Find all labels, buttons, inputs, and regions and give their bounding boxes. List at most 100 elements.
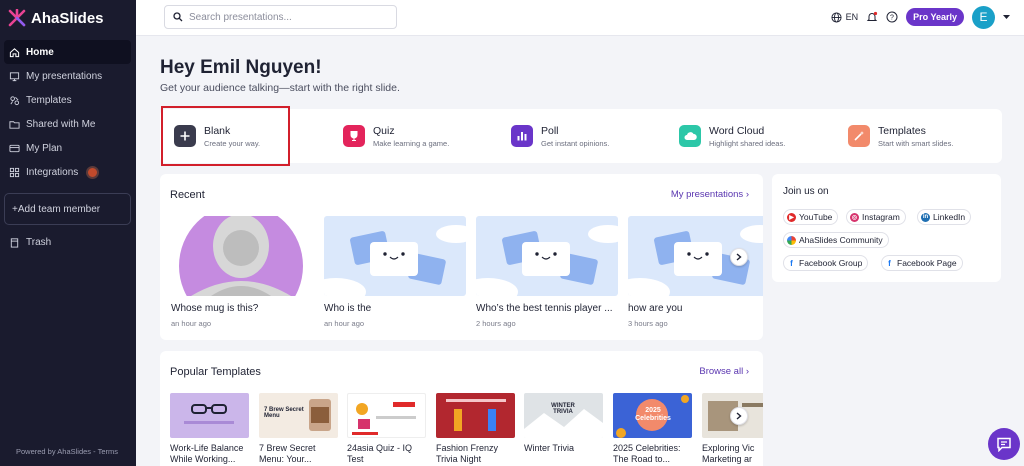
language-selector[interactable]: EN: [831, 11, 858, 23]
linkedin-link[interactable]: in LinkedIn: [917, 209, 972, 225]
integrations-badge-icon: [86, 165, 100, 179]
sidebar: AhaSlides Home My presentations Template…: [0, 0, 136, 466]
quick-action-title: Quiz: [373, 124, 395, 137]
template-thumb-text: 2025 Celebrities: [635, 407, 671, 422]
quick-action-desc: Start with smart slides.: [878, 138, 954, 148]
user-avatar[interactable]: E: [972, 5, 995, 29]
trophy-icon: [343, 125, 365, 147]
template-thumbnail: 7 Brew Secret Menu: [259, 393, 338, 438]
sidebar-item-trash[interactable]: Trash: [4, 230, 131, 254]
recent-card-title: Who’s the best tennis player ...: [476, 303, 613, 314]
grid-icon: [9, 167, 20, 177]
template-thumbnail: WINTER TRIVIA: [524, 393, 603, 438]
youtube-icon: ▶: [787, 212, 796, 222]
powered-by-footer[interactable]: Powered by AhaSlides - Terms: [16, 447, 118, 456]
templates-next-button[interactable]: [730, 407, 748, 425]
sidebar-item-home[interactable]: Home: [4, 40, 131, 64]
instagram-icon: ◎: [850, 212, 859, 222]
quick-action-word-cloud[interactable]: Word Cloud Highlight shared ideas.: [679, 109, 785, 163]
bar-chart-icon: [511, 125, 533, 147]
trash-icon: [10, 237, 19, 248]
template-card[interactable]: 7 Brew Secret Menu 7 Brew Secret Menu: Y…: [259, 393, 338, 465]
app-logo[interactable]: AhaSlides: [8, 8, 104, 28]
notification-bell-icon[interactable]: [866, 11, 878, 23]
sidebar-trash: Trash: [4, 230, 131, 254]
help-icon[interactable]: ?: [886, 11, 898, 23]
template-card[interactable]: 24asia Quiz - IQ Test: [347, 393, 426, 465]
sidebar-item-my-plan[interactable]: My Plan: [4, 136, 131, 160]
linkedin-label: LinkedIn: [933, 212, 966, 222]
template-thumb-text: WINTER TRIVIA: [551, 403, 575, 415]
sidebar-item-label: My presentations: [26, 70, 103, 82]
quick-action-templates[interactable]: Templates Start with smart slides.: [848, 109, 953, 163]
blank-highlight-box: [161, 106, 290, 166]
community-label: AhaSlides Community: [799, 235, 883, 245]
template-card[interactable]: Work-Life Balance While Working...: [170, 393, 249, 465]
ahaslides-community-link[interactable]: AhaSlides Community: [783, 232, 889, 248]
search-input[interactable]: Search presentations...: [164, 5, 397, 29]
presentation-thumbnail: [324, 216, 466, 296]
quick-action-title: Word Cloud: [709, 124, 765, 137]
template-thumb-text: 7 Brew Secret Menu: [264, 407, 304, 419]
recent-card[interactable]: Who is the an hour ago: [324, 216, 466, 328]
add-team-member-button[interactable]: +Add team member: [4, 193, 131, 225]
template-card[interactable]: Fashion Frenzy Trivia Night: [436, 393, 515, 465]
recent-card[interactable]: how are you 3 hours ago: [628, 216, 763, 328]
sidebar-item-label: Home: [26, 46, 54, 58]
greeting-subtitle: Get your audience talking—start with the…: [160, 82, 400, 94]
template-card[interactable]: Exploring Vic Marketing ar: [702, 393, 763, 465]
recent-card[interactable]: Who’s the best tennis player ... 2 hours…: [476, 216, 618, 328]
globe-icon: [831, 11, 842, 23]
top-right-controls: EN ? Pro Yearly E: [831, 5, 1010, 29]
join-us-title: Join us on: [783, 186, 829, 197]
sidebar-item-label: Templates: [26, 94, 72, 106]
sidebar-item-label: Trash: [26, 236, 52, 248]
quick-action-quiz[interactable]: Quiz Make learning a game.: [343, 109, 449, 163]
pro-yearly-badge[interactable]: Pro Yearly: [906, 8, 964, 26]
add-team-member-label: +Add team member: [12, 203, 101, 215]
template-card[interactable]: WINTER TRIVIA Winter Trivia: [524, 393, 603, 465]
youtube-label: YouTube: [799, 212, 833, 222]
chevron-down-icon[interactable]: [1003, 14, 1010, 20]
support-chat-button[interactable]: [988, 428, 1020, 460]
sidebar-nav: Home My presentations Templates Shared w…: [4, 40, 131, 184]
sidebar-item-integrations[interactable]: Integrations: [4, 160, 131, 184]
presentation-thumbnail: [476, 216, 618, 296]
template-title: 7 Brew Secret Menu: Your...: [259, 443, 316, 464]
home-icon: [9, 47, 20, 57]
chevron-right-icon: ›: [745, 366, 749, 377]
sidebar-item-my-presentations[interactable]: My presentations: [4, 64, 131, 88]
youtube-link[interactable]: ▶ YouTube: [783, 209, 839, 225]
recent-card-title: Who is the: [324, 303, 372, 314]
chat-icon: [997, 437, 1011, 452]
recent-card-time: an hour ago: [171, 319, 212, 328]
magic-wand-icon: [848, 125, 870, 147]
instagram-link[interactable]: ◎ Instagram: [846, 209, 906, 225]
browse-all-link[interactable]: Browse all ›: [699, 366, 749, 377]
ahaslides-logo-icon: [8, 9, 26, 27]
sidebar-item-templates[interactable]: Templates: [4, 88, 131, 112]
facebook-page-link[interactable]: f Facebook Page: [881, 255, 963, 271]
recent-next-button[interactable]: [730, 248, 748, 266]
search-placeholder: Search presentations...: [189, 11, 292, 23]
template-title: Work-Life Balance While Working...: [170, 443, 244, 464]
google-icon: [787, 235, 796, 245]
chevron-right-icon: [736, 412, 742, 420]
sidebar-item-shared-with-me[interactable]: Shared with Me: [4, 112, 131, 136]
recent-title: Recent: [170, 189, 205, 201]
template-title: Exploring Vic Marketing ar: [702, 443, 755, 464]
template-thumbnail: 2025 Celebrities: [613, 393, 692, 438]
svg-text:?: ?: [890, 15, 894, 22]
facebook-group-link[interactable]: f Facebook Group: [783, 255, 869, 271]
templates-icon: [10, 95, 20, 105]
recent-card-time: 2 hours ago: [476, 319, 516, 328]
template-thumbnail: [436, 393, 515, 438]
greeting-title: Hey Emil Nguyen!: [160, 57, 322, 78]
my-presentations-link-label: My presentations: [670, 189, 744, 200]
template-card[interactable]: 2025 Celebrities 2025 Celebrities: The R…: [613, 393, 692, 465]
quick-action-poll[interactable]: Poll Get instant opinions.: [511, 109, 609, 163]
recent-card[interactable]: Whose mug is this? an hour ago: [171, 216, 313, 328]
recent-card-title: how are you: [628, 303, 683, 314]
sidebar-item-label: Shared with Me: [26, 118, 96, 130]
my-presentations-link[interactable]: My presentations ›: [671, 189, 749, 200]
